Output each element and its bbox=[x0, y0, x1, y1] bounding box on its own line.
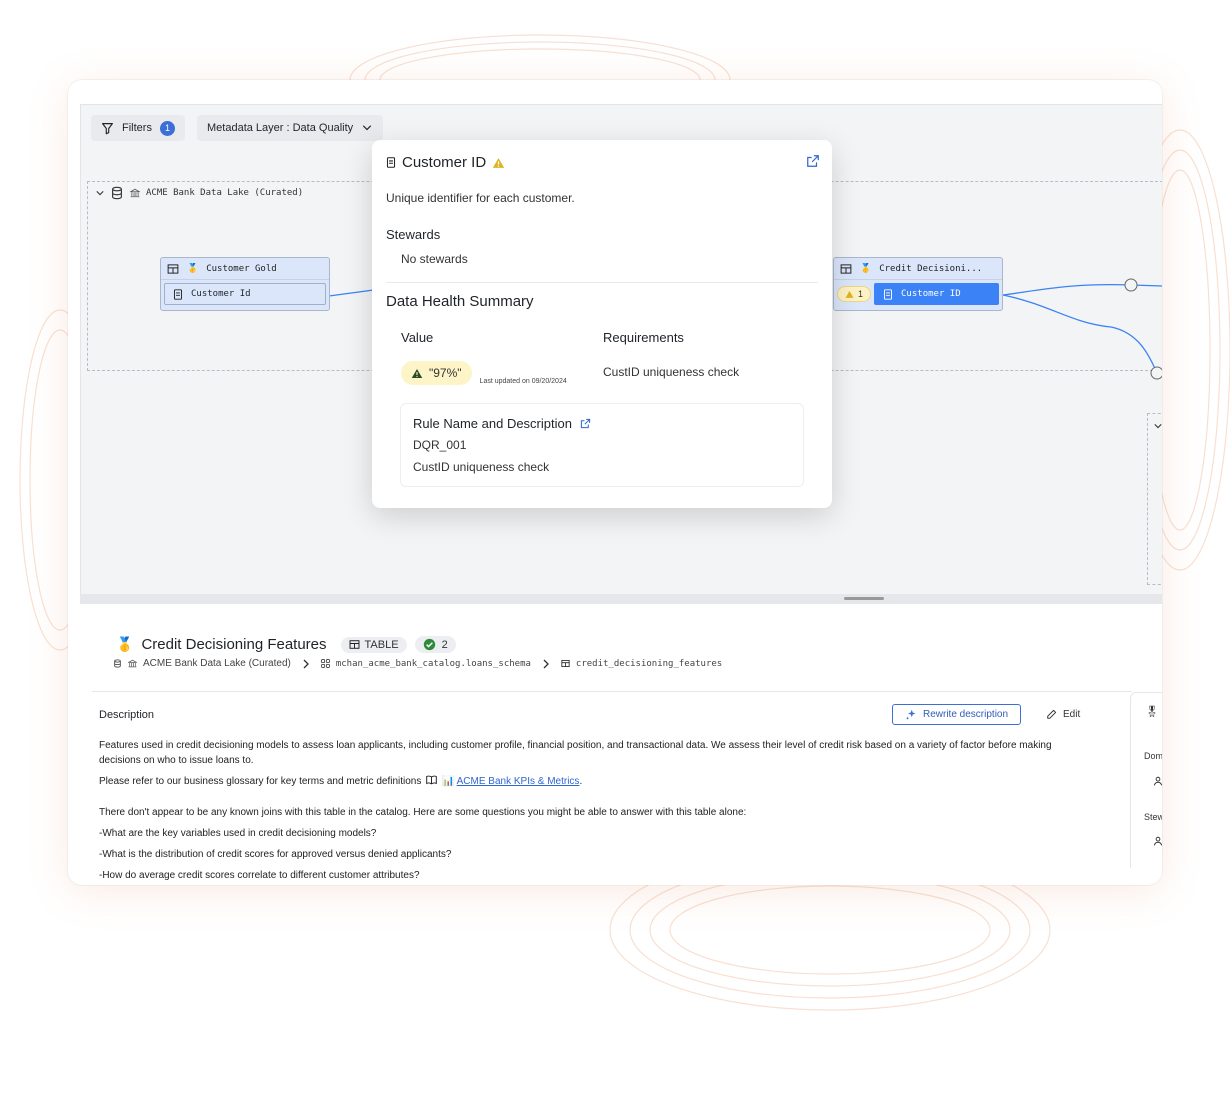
last-updated: Last updated on 09/20/2024 bbox=[479, 378, 567, 385]
chevron-right-icon bbox=[543, 659, 549, 668]
quality-score-badge[interactable]: "97%" bbox=[401, 361, 472, 385]
user-icon[interactable] bbox=[1153, 836, 1162, 846]
side-panel: 🎖 Dom Stew bbox=[1130, 692, 1162, 868]
node-title: Customer Gold bbox=[206, 263, 277, 274]
question-item: -What are the key variables used in cred… bbox=[99, 828, 377, 839]
column-icon bbox=[173, 288, 183, 300]
table-icon bbox=[840, 263, 852, 274]
gold-medal-icon: 🥇 bbox=[116, 636, 134, 652]
checks-badge[interactable]: 2 bbox=[414, 636, 456, 653]
node-title: Credit Decisioni... bbox=[879, 263, 983, 274]
node-header: 🥇 Credit Decisioni... bbox=[834, 258, 1002, 280]
divider bbox=[92, 691, 1132, 692]
health-summary-heading: Data Health Summary bbox=[386, 293, 534, 310]
node-column[interactable]: Customer Id bbox=[164, 283, 326, 305]
popover-description: Unique identifier for each customer. bbox=[386, 191, 575, 205]
chevron-right-icon bbox=[303, 659, 309, 668]
node-header: 🥇 Customer Gold bbox=[161, 258, 329, 280]
bank-icon bbox=[128, 659, 137, 668]
popover-title: Customer ID bbox=[402, 154, 487, 171]
edit-button[interactable]: Edit bbox=[1046, 704, 1080, 725]
collapse-chevron-icon[interactable] bbox=[1154, 422, 1162, 430]
type-badge: TABLE bbox=[340, 636, 407, 653]
value-heading: Value bbox=[401, 330, 434, 345]
breadcrumb-lake[interactable]: ACME Bank Data Lake (Curated) bbox=[143, 658, 291, 669]
rewrite-description-button[interactable]: Rewrite description bbox=[892, 704, 1022, 725]
medal-icon: 🎖 bbox=[1145, 706, 1159, 718]
warning-badge[interactable]: 1 bbox=[837, 286, 872, 302]
requirement-value: CustID uniqueness check bbox=[603, 365, 740, 379]
details-header: 🥇 Credit Decisioning Features TABLE 2 bbox=[116, 636, 456, 653]
gold-medal-icon: 🥇 bbox=[860, 263, 872, 274]
gold-medal-icon: 🥇 bbox=[187, 263, 199, 274]
external-link-icon[interactable] bbox=[806, 154, 820, 168]
table-icon bbox=[561, 659, 570, 668]
rule-heading: Rule Name and Description bbox=[413, 416, 572, 431]
edit-label: Edit bbox=[1063, 709, 1081, 720]
column-name: Customer Id bbox=[191, 289, 251, 299]
question-item: -What is the distribution of credit scor… bbox=[99, 849, 452, 860]
node-column-selected[interactable]: Customer ID bbox=[874, 283, 999, 305]
glossary-link[interactable]: ACME Bank KPIs & Metrics bbox=[457, 776, 580, 787]
user-icon[interactable] bbox=[1153, 776, 1162, 786]
breadcrumb-schema[interactable]: mchan_acme_bank_catalog.loans_schema bbox=[336, 659, 531, 669]
book-icon bbox=[426, 775, 437, 785]
database-icon bbox=[114, 659, 121, 668]
resize-grip[interactable] bbox=[844, 597, 884, 600]
table-icon bbox=[167, 263, 179, 274]
panel-resize-handle[interactable] bbox=[80, 594, 1162, 604]
warning-icon bbox=[845, 290, 854, 298]
warning-icon bbox=[493, 157, 505, 168]
description-body: Features used in credit decisioning mode… bbox=[99, 738, 1089, 885]
pencil-icon bbox=[1047, 709, 1057, 719]
stewards-label: Stew bbox=[1144, 812, 1162, 822]
collapsed-group bbox=[1147, 413, 1162, 585]
external-link-icon[interactable] bbox=[580, 418, 591, 429]
details-panel: 🥇 Credit Decisioning Features TABLE 2 AC… bbox=[80, 604, 1162, 885]
divider bbox=[386, 282, 818, 283]
column-icon bbox=[884, 288, 893, 300]
check-circle-icon bbox=[423, 638, 435, 651]
question-item: -How do average credit scores correlate … bbox=[99, 870, 420, 881]
column-icon bbox=[386, 157, 396, 168]
type-label: TABLE bbox=[364, 638, 399, 651]
lineage-node-credit-decisioning[interactable]: 🥇 Credit Decisioni... 1 Customer ID bbox=[833, 257, 1003, 311]
stewards-value: No stewards bbox=[401, 252, 468, 266]
warning-count: 1 bbox=[858, 289, 864, 299]
description-paragraph: Please refer to our business glossary fo… bbox=[99, 775, 583, 787]
health-summary-grid: Value "97%" Last updated on 09/20/2024 R… bbox=[401, 330, 818, 385]
quality-score-value: "97%" bbox=[429, 366, 462, 380]
rule-card: Rule Name and Description DQR_001 CustID… bbox=[400, 403, 804, 487]
chart-emoji-icon: 📊 bbox=[441, 776, 455, 787]
description-label: Description bbox=[99, 709, 155, 721]
schema-icon bbox=[321, 659, 330, 668]
sparkle-icon bbox=[905, 709, 916, 720]
description-paragraph: Features used in credit decisioning mode… bbox=[99, 740, 1052, 766]
description-paragraph: There don't appear to be any known joins… bbox=[99, 807, 747, 818]
lineage-node-customer-gold[interactable]: 🥇 Customer Gold Customer Id bbox=[160, 257, 330, 311]
check-count: 2 bbox=[441, 638, 448, 651]
popover-header: Customer ID bbox=[386, 154, 818, 171]
rewrite-label: Rewrite description bbox=[923, 709, 1009, 720]
glossary-text: Please refer to our business glossary fo… bbox=[99, 776, 422, 787]
warning-icon bbox=[411, 368, 423, 378]
requirements-heading: Requirements bbox=[603, 330, 684, 345]
table-icon bbox=[349, 640, 359, 649]
column-popover: Customer ID Unique identifier for each c… bbox=[372, 140, 832, 508]
breadcrumb: ACME Bank Data Lake (Curated) mchan_acme… bbox=[113, 658, 722, 669]
details-title: Credit Decisioning Features bbox=[141, 636, 327, 653]
rule-description: CustID uniqueness check bbox=[413, 460, 550, 474]
breadcrumb-table[interactable]: credit_decisioning_features bbox=[576, 659, 722, 669]
stewards-heading: Stewards bbox=[386, 227, 441, 242]
rule-id: DQR_001 bbox=[413, 438, 467, 452]
domain-label: Dom bbox=[1144, 751, 1162, 761]
column-name: Customer ID bbox=[901, 289, 961, 299]
